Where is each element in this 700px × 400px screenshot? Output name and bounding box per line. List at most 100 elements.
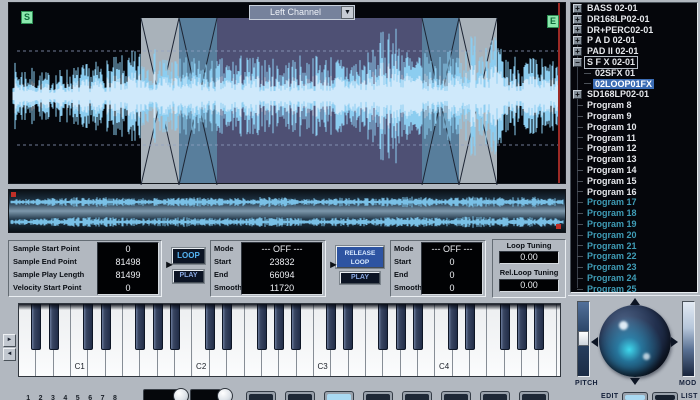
tree-item-label[interactable]: Program 14 <box>585 165 639 176</box>
list-button[interactable] <box>652 392 678 400</box>
black-key[interactable] <box>343 304 354 350</box>
tree-item[interactable]: Program 12 <box>571 143 697 154</box>
black-key[interactable] <box>48 304 59 350</box>
function-button[interactable] <box>363 391 393 400</box>
loop-button[interactable]: LOOP <box>172 248 205 264</box>
tree-item[interactable]: + BASS 02-01 <box>571 3 697 14</box>
knob-1[interactable] <box>173 388 189 400</box>
end-marker-badge[interactable]: E <box>547 15 559 28</box>
keyboard-scroll-right-button[interactable]: ◄ <box>3 348 16 361</box>
tree-item[interactable]: Program 18 <box>571 208 697 219</box>
black-key[interactable] <box>256 304 267 350</box>
tree-item[interactable]: Program 8 <box>571 100 697 111</box>
key-number[interactable]: 1 <box>22 395 34 400</box>
tree-item[interactable]: Program 23 <box>571 262 697 273</box>
function-button[interactable] <box>402 391 432 400</box>
ball-right-arrow-icon[interactable] <box>671 337 678 347</box>
tree-item[interactable]: + DR168LP02-01 <box>571 14 697 25</box>
program-tree[interactable]: + BASS 02-01 + DR168LP02-01 + DR+PERC02-01 + P … <box>570 2 698 293</box>
tree-item-label[interactable]: S F X 02-01 <box>583 56 639 69</box>
key-number[interactable]: 6 <box>84 395 96 400</box>
black-key[interactable] <box>499 304 510 350</box>
tree-item-label[interactable]: Program 17 <box>585 197 639 208</box>
tree-item-label[interactable]: Program 8 <box>585 100 634 111</box>
tree-item[interactable]: 02LOOP01FX <box>571 78 697 90</box>
tree-item-label[interactable]: Program 10 <box>585 122 639 133</box>
tree-item-label[interactable]: DR+PERC02-01 <box>585 25 655 36</box>
tree-item-label[interactable]: Program 9 <box>585 111 634 122</box>
key-number[interactable]: 4 <box>59 395 71 400</box>
black-key[interactable] <box>31 304 42 350</box>
black-key[interactable] <box>412 304 423 350</box>
channel-selector[interactable]: Left Channel ▼ <box>249 5 355 20</box>
black-key[interactable] <box>204 304 215 350</box>
keyboard[interactable]: C1 C2 C3 C4 C5 <box>18 303 561 377</box>
tree-item[interactable]: + SD168LP02-01 <box>571 89 697 100</box>
black-key[interactable] <box>447 304 458 350</box>
tree-item-label[interactable]: Program 11 <box>585 133 638 144</box>
tree-item-label[interactable]: Program 23 <box>585 262 639 273</box>
tree-item[interactable]: + PAD II 02-01 <box>571 46 697 57</box>
tree-item-label[interactable]: Program 18 <box>585 208 639 219</box>
pitch-slider[interactable] <box>577 301 590 377</box>
tree-item-label[interactable]: SD168LP02-01 <box>585 89 651 100</box>
tree-item-label[interactable]: Program 13 <box>585 154 639 165</box>
release-play-button[interactable]: PLAY <box>340 272 380 284</box>
function-button[interactable] <box>441 391 471 400</box>
black-key[interactable] <box>274 304 285 350</box>
keyboard-scroll-left-button[interactable]: ► <box>3 334 16 347</box>
tree-item[interactable]: Program 20 <box>571 230 697 241</box>
function-button[interactable] <box>519 391 549 400</box>
tree-item[interactable]: Program 9 <box>571 111 697 122</box>
tree-item[interactable]: + DR+PERC02-01 <box>571 25 697 36</box>
overview-start-marker[interactable] <box>11 192 16 197</box>
tree-item-label[interactable]: Program 25 <box>585 284 639 292</box>
tree-item-label[interactable]: Program 22 <box>585 251 639 262</box>
tree-item[interactable]: Program 16 <box>571 187 697 198</box>
tree-item-label[interactable]: Program 21 <box>585 241 639 252</box>
key-number[interactable]: 5 <box>72 395 84 400</box>
tree-item-label[interactable]: BASS 02-01 <box>585 3 640 14</box>
tree-item-label[interactable]: Program 16 <box>585 187 639 198</box>
tree-item[interactable]: Program 14 <box>571 165 697 176</box>
black-key[interactable] <box>326 304 337 350</box>
black-key[interactable] <box>378 304 389 350</box>
tree-item-label[interactable]: Program 19 <box>585 219 639 230</box>
tree-item-label[interactable]: 02LOOP01FX <box>593 78 655 90</box>
ball-up-arrow-icon[interactable] <box>630 298 640 305</box>
loop-params-display[interactable]: --- OFF --- 23832 66094 11720 <box>241 242 323 295</box>
edit-button[interactable] <box>622 392 648 400</box>
trackball[interactable] <box>599 305 671 377</box>
expand-icon[interactable]: + <box>573 25 582 35</box>
expand-icon[interactable]: + <box>573 14 582 24</box>
tree-item[interactable]: Program 10 <box>571 122 697 133</box>
tree-item[interactable]: + P A D 02-01 <box>571 35 697 46</box>
tree-item-label[interactable]: Program 12 <box>585 143 639 154</box>
rel-loop-tuning-display[interactable]: 0.00 <box>499 279 559 292</box>
tree-item-label[interactable]: 02SFX 01 <box>593 68 637 79</box>
overview-end-marker[interactable] <box>556 224 561 229</box>
tree-item-label[interactable]: P A D 02-01 <box>585 35 638 46</box>
ball-left-arrow-icon[interactable] <box>591 337 598 347</box>
function-button[interactable] <box>480 391 510 400</box>
sample-end-line[interactable] <box>558 3 560 183</box>
release-loop-button[interactable]: RELEASE LOOP <box>336 246 384 268</box>
tree-item[interactable]: − S F X 02-01 <box>571 56 697 69</box>
key-number[interactable]: 7 <box>96 395 108 400</box>
tree-item-label[interactable]: Program 20 <box>585 230 639 241</box>
collapse-icon[interactable]: − <box>573 57 582 67</box>
tree-item[interactable]: Program 19 <box>571 219 697 230</box>
tree-item-label[interactable]: Program 24 <box>585 273 639 284</box>
tree-item-label[interactable]: DR168LP02-01 <box>585 14 652 25</box>
tree-item[interactable]: Program 22 <box>571 251 697 262</box>
tree-item[interactable]: Program 21 <box>571 241 697 252</box>
tree-item[interactable]: Program 15 <box>571 176 697 187</box>
sample-params-display[interactable]: 0 81498 81499 0 <box>97 242 159 295</box>
black-key[interactable] <box>222 304 232 350</box>
tree-item[interactable]: Program 24 <box>571 273 697 284</box>
tree-item[interactable]: 02SFX 01 <box>571 68 697 79</box>
function-button[interactable] <box>246 391 276 400</box>
tree-item[interactable]: Program 13 <box>571 154 697 165</box>
tree-item-label[interactable]: PAD II 02-01 <box>585 46 640 57</box>
black-key[interactable] <box>83 304 94 350</box>
